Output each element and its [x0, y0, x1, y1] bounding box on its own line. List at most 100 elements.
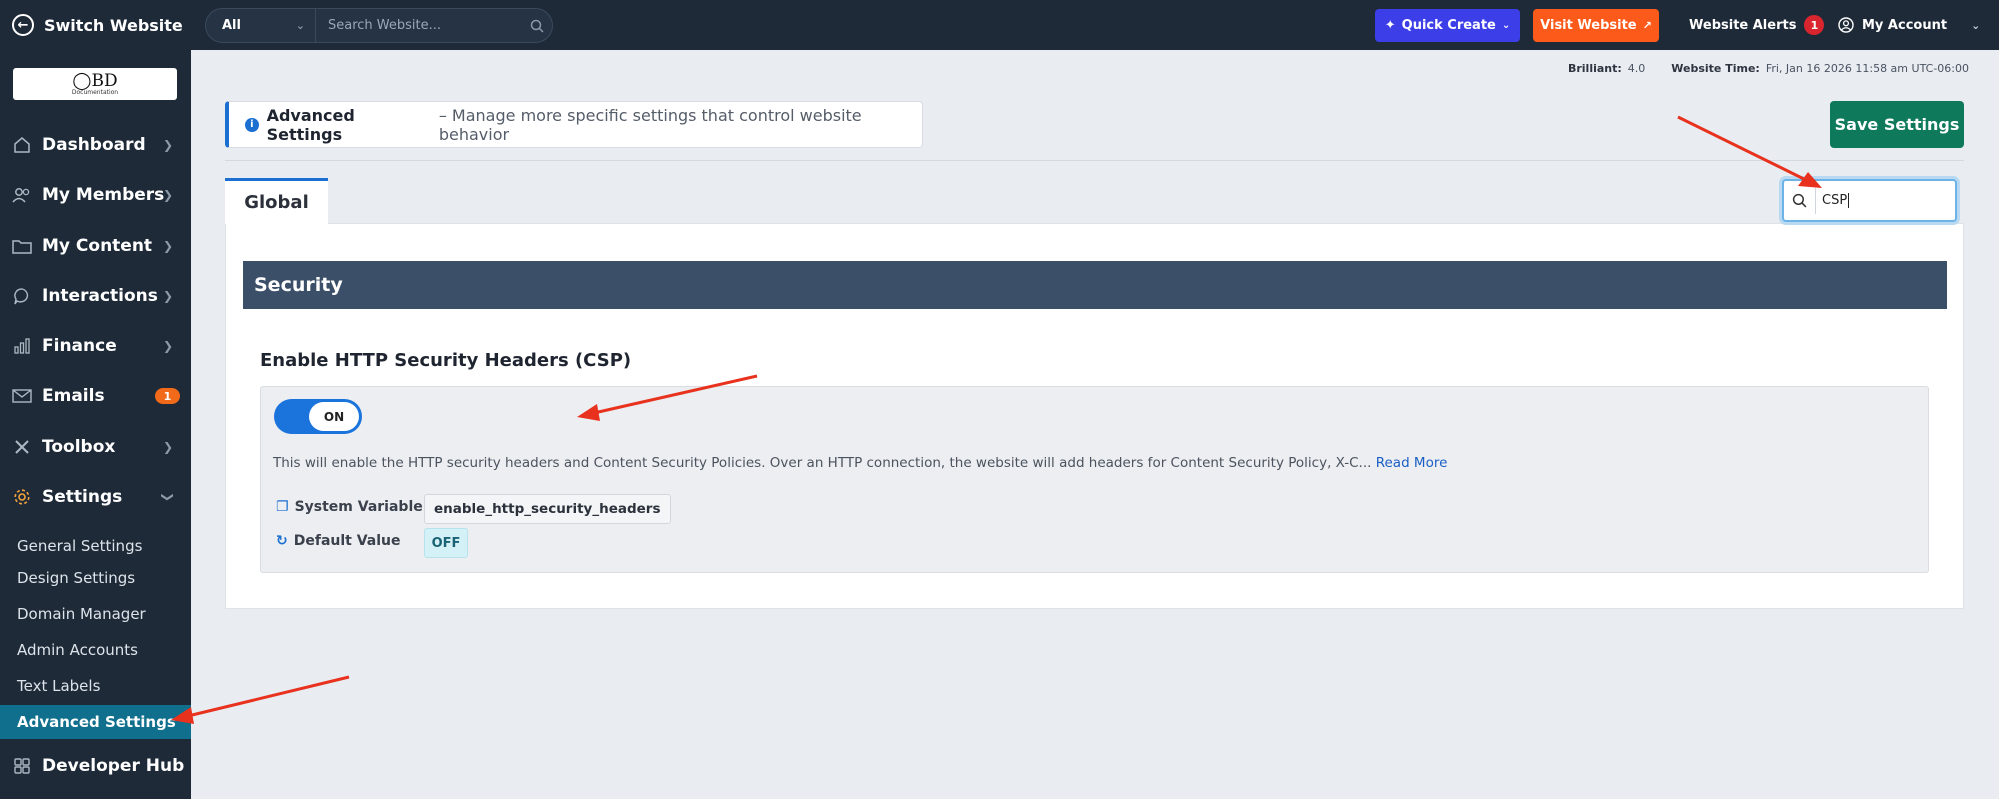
refresh-icon: ↻: [276, 533, 288, 549]
chevron-down-icon: ❯: [160, 491, 175, 503]
my-account-menu[interactable]: My Account ⌄: [1838, 0, 1980, 50]
visit-website-label: Visit Website: [1540, 18, 1637, 33]
chart-icon: [12, 337, 32, 355]
sidebar-item-my-members[interactable]: My Members ❯: [0, 175, 191, 215]
chevron-down-icon: ⌄: [295, 19, 305, 32]
sidebar-item-label: Interactions: [42, 286, 158, 306]
back-arrow-icon: ←: [12, 14, 34, 36]
version-value: 4.0: [1627, 62, 1646, 75]
page-description: – Manage more specific settings that con…: [438, 105, 862, 144]
sidebar: ◯BD Documentation Dashboard ❯ My Members…: [0, 50, 191, 799]
website-time-value: Fri, Jan 16 2026 11:58 am UTC-06:00: [1765, 62, 1969, 75]
sidebar-item-my-content[interactable]: My Content ❯: [0, 226, 191, 266]
alerts-count-badge: 1: [1804, 15, 1825, 35]
folder-icon: [12, 238, 32, 254]
setting-description-text: This will enable the HTTP security heade…: [273, 455, 1372, 471]
sidebar-item-label: Developer Hub: [42, 756, 185, 776]
chevron-right-icon: ❯: [162, 188, 173, 202]
divider: [225, 160, 1964, 161]
tools-icon: [12, 438, 32, 456]
switch-website-button[interactable]: ← Switch Website: [12, 0, 183, 50]
sidebar-item-label: Finance: [42, 336, 117, 356]
info-icon: i: [245, 117, 259, 132]
alerts-label: Website Alerts: [1689, 17, 1797, 33]
top-bar: ← Switch Website All ⌄ Search Website...…: [0, 0, 1999, 50]
read-more-link[interactable]: Read More: [1376, 455, 1448, 471]
setting-description: This will enable the HTTP security heade…: [273, 455, 1447, 471]
system-variable-label: ❐ System Variable: [276, 499, 423, 515]
tab-global[interactable]: Global: [225, 178, 328, 224]
sidebar-item-label: Settings: [42, 487, 123, 507]
search-scope-value: All: [222, 18, 241, 33]
grid-icon: [12, 757, 32, 775]
brand-logo[interactable]: ◯BD Documentation: [13, 68, 177, 100]
switch-website-label: Switch Website: [44, 15, 183, 35]
sidebar-item-toolbox[interactable]: Toolbox ❯: [0, 427, 191, 467]
user-circle-icon: [1838, 17, 1854, 33]
search-scope-select[interactable]: All ⌄: [206, 9, 316, 42]
global-search: All ⌄ Search Website...: [205, 8, 553, 43]
sidebar-sub-design-settings[interactable]: Design Settings: [0, 561, 191, 595]
default-value-label: ↻ Default Value: [276, 533, 401, 549]
sidebar-item-label: Toolbox: [42, 437, 116, 457]
chevron-right-icon: ❯: [162, 239, 173, 253]
quick-create-button[interactable]: ✦ Quick Create ⌄: [1375, 9, 1520, 42]
visit-website-button[interactable]: Visit Website ↗: [1533, 9, 1659, 42]
system-variable-label-text: System Variable: [294, 499, 423, 515]
chevron-right-icon: ❯: [162, 339, 173, 353]
settings-search-field[interactable]: CSP: [1782, 179, 1957, 222]
gear-icon: [12, 488, 32, 506]
sidebar-item-label: Emails: [42, 386, 105, 406]
website-alerts-button[interactable]: Website Alerts 1: [1689, 0, 1825, 50]
sidebar-item-finance[interactable]: Finance ❯: [0, 326, 191, 366]
home-icon: [12, 136, 32, 154]
sparkle-icon: ✦: [1384, 18, 1396, 33]
mail-icon: [12, 388, 32, 404]
copy-icon: ❐: [276, 499, 289, 515]
setting-box: [260, 386, 1929, 573]
settings-search-input[interactable]: CSP: [1816, 193, 1850, 208]
chevron-right-icon: ❯: [162, 440, 173, 454]
search-icon: [1784, 187, 1816, 214]
chevron-right-icon: ❯: [162, 138, 173, 152]
page-title-banner: i Advanced Settings – Manage more specif…: [225, 101, 923, 148]
default-value-label-text: Default Value: [293, 533, 401, 549]
chat-icon: [12, 287, 32, 305]
toggle-state-label: ON: [309, 402, 359, 431]
default-value-badge: OFF: [424, 528, 468, 558]
page-title: Advanced Settings: [266, 105, 355, 144]
sidebar-item-dashboard[interactable]: Dashboard ❯: [0, 125, 191, 165]
version-label: Brilliant:: [1567, 62, 1622, 75]
members-icon: [12, 186, 32, 204]
sidebar-sub-general-settings[interactable]: General Settings: [0, 529, 191, 563]
logo-subtext: Documentation: [71, 88, 119, 96]
chevron-down-icon: ⌄: [1501, 20, 1511, 31]
save-settings-button[interactable]: Save Settings: [1830, 101, 1964, 148]
chevron-down-icon: ⌄: [1971, 18, 1981, 32]
emails-count-badge: 1: [155, 388, 180, 404]
sidebar-item-label: Dashboard: [42, 135, 146, 155]
chevron-right-icon: ❯: [162, 289, 173, 303]
section-header-security: Security: [243, 261, 1947, 309]
quick-create-label: Quick Create: [1401, 18, 1496, 33]
sidebar-sub-domain-manager[interactable]: Domain Manager: [0, 597, 191, 631]
csp-toggle[interactable]: ON: [274, 399, 362, 434]
status-line: Brilliant: 4.0 Website Time: Fri, Jan 16…: [1568, 62, 1969, 75]
sidebar-item-label: My Content: [42, 236, 153, 256]
sidebar-sub-text-labels[interactable]: Text Labels: [0, 669, 191, 703]
setting-title: Enable HTTP Security Headers (CSP): [260, 350, 632, 371]
website-time-label: Website Time:: [1671, 62, 1760, 75]
sidebar-sub-admin-accounts[interactable]: Admin Accounts: [0, 633, 191, 667]
sidebar-item-developer-hub[interactable]: Developer Hub: [0, 746, 191, 786]
search-icon[interactable]: [522, 19, 552, 33]
sidebar-sub-advanced-settings[interactable]: Advanced Settings: [0, 705, 191, 739]
sidebar-item-settings[interactable]: Settings ❯: [0, 477, 191, 517]
sidebar-item-label: My Members: [42, 185, 165, 205]
logo-text: ◯BD: [72, 70, 118, 91]
sidebar-item-emails[interactable]: Emails 1: [0, 376, 191, 416]
system-variable-value: enable_http_security_headers: [424, 494, 671, 524]
sidebar-item-interactions[interactable]: Interactions ❯: [0, 276, 191, 316]
my-account-label: My Account: [1862, 17, 1948, 33]
search-input[interactable]: Search Website...: [316, 18, 522, 33]
external-link-icon: ↗: [1642, 19, 1652, 32]
